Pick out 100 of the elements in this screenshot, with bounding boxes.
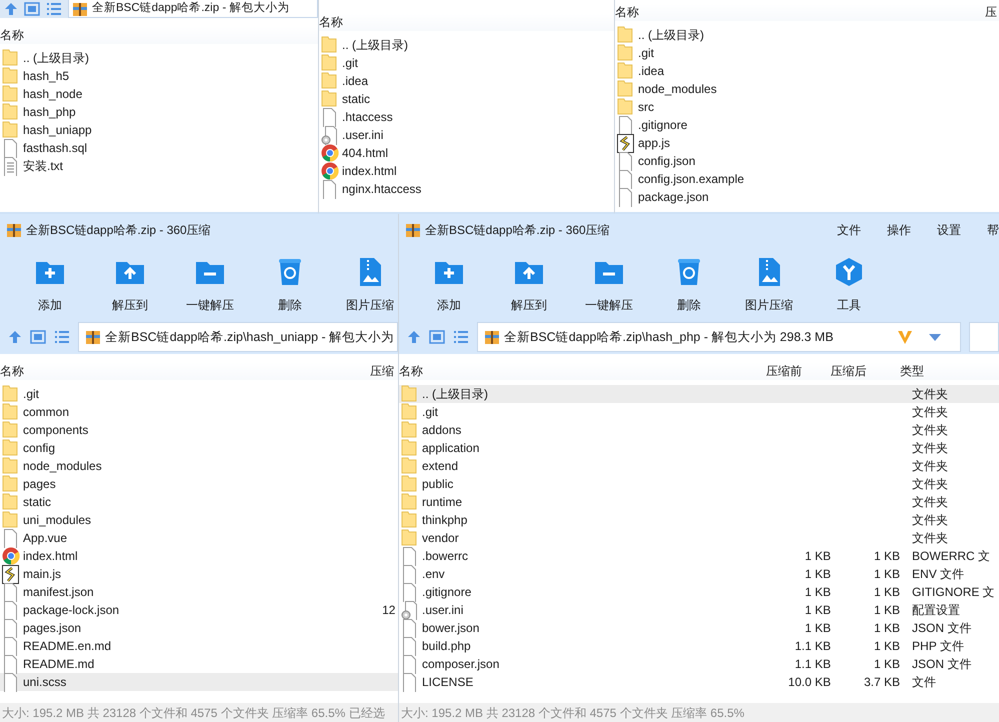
- file-row[interactable]: .htaccess: [319, 108, 615, 126]
- file-row[interactable]: README.en.md: [0, 637, 398, 655]
- file-row[interactable]: .env 1 KB 1 KB ENV 文件: [399, 565, 999, 583]
- file-row[interactable]: static: [0, 493, 398, 511]
- toolbar-button[interactable]: 解压到: [90, 246, 170, 320]
- file-row[interactable]: manifest.json: [0, 583, 398, 601]
- toolbar-button[interactable]: 图片压缩: [729, 246, 809, 320]
- file-row[interactable]: components: [0, 421, 398, 439]
- toolbar-button[interactable]: 解压到: [489, 246, 569, 320]
- path-field[interactable]: 全新BSC链dapp哈希.zip\hash_php - 解包大小为 298.3 MB: [477, 322, 961, 352]
- list-view-icon[interactable]: [453, 330, 469, 344]
- file-row[interactable]: public 文件夹: [399, 475, 999, 493]
- file-row[interactable]: .user.ini 1 KB 1 KB 配置设置: [399, 601, 999, 619]
- file-row[interactable]: static: [319, 90, 615, 108]
- file-row[interactable]: .gitignore 1 KB 1 KB GITIGNORE 文: [399, 583, 999, 601]
- toolbar-button[interactable]: 一键解压: [170, 246, 250, 320]
- file-row[interactable]: index.html: [0, 547, 398, 565]
- file-row[interactable]: hash_php: [0, 103, 318, 121]
- toolbar-button[interactable]: 删除: [250, 246, 330, 320]
- path-text: 全新BSC链dapp哈希.zip\hash_uniapp - 解包大小为: [105, 328, 394, 346]
- file-row[interactable]: application 文件夹: [399, 439, 999, 457]
- toolbar-button[interactable]: 工具: [809, 246, 889, 320]
- file-row[interactable]: .git 文件夹: [399, 403, 999, 421]
- file-row[interactable]: .. (上级目录): [319, 36, 615, 54]
- menu-item[interactable]: 操作: [887, 221, 911, 239]
- file-row[interactable]: hash_h5: [0, 67, 318, 85]
- menu-item[interactable]: 帮: [987, 221, 999, 239]
- v-logo-icon[interactable]: [896, 328, 914, 346]
- file-row[interactable]: .idea: [615, 62, 999, 80]
- path-field[interactable]: 全新BSC链dapp哈希.zip\hash_uniapp - 解包大小为: [78, 322, 398, 352]
- up-arrow-icon[interactable]: [8, 330, 22, 344]
- search-field[interactable]: [969, 322, 999, 352]
- file-row[interactable]: .gitignore: [615, 116, 999, 134]
- file-row[interactable]: uni_modules: [0, 511, 398, 529]
- file-row[interactable]: config.json.example: [615, 170, 999, 188]
- file-row[interactable]: build.php 1.1 KB 1 KB PHP 文件: [399, 637, 999, 655]
- file-row[interactable]: hash_uniapp: [0, 121, 318, 139]
- file-row[interactable]: LICENSE 10.0 KB 3.7 KB 文件: [399, 673, 999, 691]
- toolbar-button[interactable]: 删除: [649, 246, 729, 320]
- toolbar-button[interactable]: 添加: [409, 246, 489, 320]
- file-row[interactable]: node_modules: [615, 80, 999, 98]
- column-header[interactable]: 名称: [615, 3, 985, 21]
- column-header[interactable]: 压: [985, 3, 999, 21]
- file-row[interactable]: vendor 文件夹: [399, 529, 999, 547]
- file-row[interactable]: runtime 文件夹: [399, 493, 999, 511]
- list-view-icon[interactable]: [54, 330, 70, 344]
- file-row[interactable]: config: [0, 439, 398, 457]
- file-row[interactable]: package.json: [615, 188, 999, 206]
- file-row[interactable]: app.js: [615, 134, 999, 152]
- column-header[interactable]: 名称: [0, 362, 370, 380]
- view-icon[interactable]: [30, 330, 46, 344]
- caret-icon[interactable]: [928, 332, 942, 342]
- toolbar-button[interactable]: 添加: [10, 246, 90, 320]
- file-row[interactable]: common: [0, 403, 398, 421]
- up-arrow-icon[interactable]: [4, 2, 18, 16]
- file-row[interactable]: bower.json 1 KB 1 KB JSON 文件: [399, 619, 999, 637]
- file-row[interactable]: nginx.htaccess: [319, 180, 615, 198]
- file-row[interactable]: uni.scss: [0, 673, 398, 691]
- file-row[interactable]: README.md: [0, 655, 398, 673]
- file-row[interactable]: App.vue: [0, 529, 398, 547]
- file-row[interactable]: composer.json 1.1 KB 1 KB JSON 文件: [399, 655, 999, 673]
- file-row[interactable]: .git: [319, 54, 615, 72]
- file-row[interactable]: hash_node: [0, 85, 318, 103]
- file-row[interactable]: package-lock.json 12: [0, 601, 398, 619]
- column-header[interactable]: 压缩前: [766, 362, 830, 380]
- file-row[interactable]: main.js: [0, 565, 398, 583]
- file-row[interactable]: config.json: [615, 152, 999, 170]
- column-header[interactable]: 压缩后: [830, 362, 900, 380]
- file-row[interactable]: .. (上级目录): [0, 49, 318, 67]
- view-icon[interactable]: [24, 2, 40, 16]
- toolbar-button[interactable]: 一键解压: [569, 246, 649, 320]
- list-view-icon[interactable]: [46, 2, 62, 16]
- file-row[interactable]: .bowerrc 1 KB 1 KB BOWERRC 文: [399, 547, 999, 565]
- view-icon[interactable]: [429, 330, 445, 344]
- menu-item[interactable]: 设置: [937, 221, 961, 239]
- file-row[interactable]: index.html: [319, 162, 615, 180]
- file-row[interactable]: .. (上级目录) 文件夹: [399, 385, 999, 403]
- file-row[interactable]: pages: [0, 475, 398, 493]
- file-row[interactable]: 404.html: [319, 144, 615, 162]
- column-header[interactable]: 类型: [900, 362, 999, 380]
- file-row[interactable]: .git: [615, 44, 999, 62]
- folder-icon: [401, 492, 419, 512]
- column-header[interactable]: 压缩: [370, 362, 398, 380]
- file-row[interactable]: .user.ini: [319, 126, 615, 144]
- file-row[interactable]: addons 文件夹: [399, 421, 999, 439]
- file-row[interactable]: fasthash.sql: [0, 139, 318, 157]
- file-row[interactable]: .. (上级目录): [615, 26, 999, 44]
- file-row[interactable]: pages.json: [0, 619, 398, 637]
- file-row[interactable]: src: [615, 98, 999, 116]
- file-row[interactable]: thinkphp 文件夹: [399, 511, 999, 529]
- file-row[interactable]: extend 文件夹: [399, 457, 999, 475]
- file-row[interactable]: .idea: [319, 72, 615, 90]
- toolbar-button[interactable]: 图片压缩: [330, 246, 398, 320]
- up-arrow-icon[interactable]: [407, 330, 421, 344]
- file-row[interactable]: 安装.txt: [0, 157, 318, 175]
- path-field[interactable]: 全新BSC链dapp哈希.zip - 解包大小为: [68, 0, 318, 18]
- menu-item[interactable]: 文件: [837, 221, 861, 239]
- file-row[interactable]: node_modules: [0, 457, 398, 475]
- column-header[interactable]: 名称: [399, 362, 766, 380]
- file-row[interactable]: .git: [0, 385, 398, 403]
